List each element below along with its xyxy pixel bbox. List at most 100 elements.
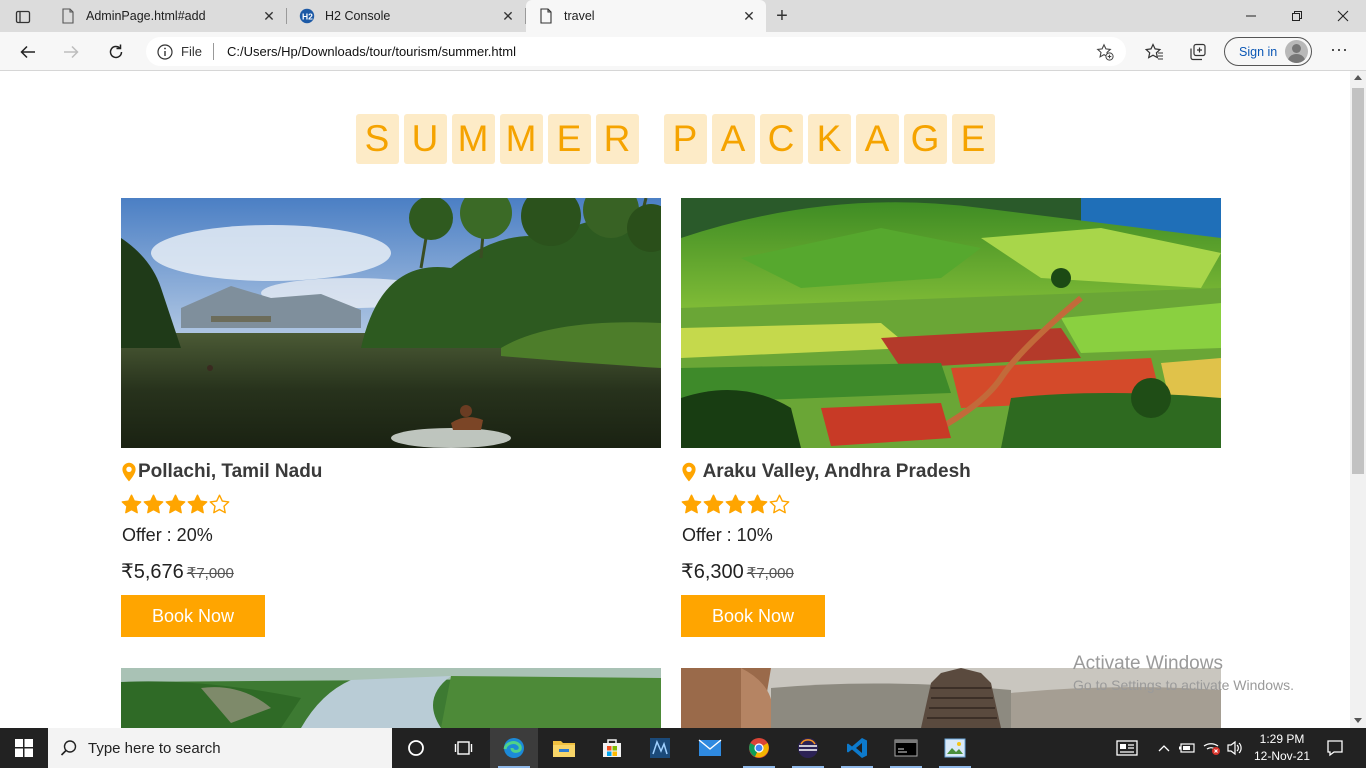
- price: ₹5,676 ₹7,000: [121, 559, 234, 584]
- offer-text: Offer : 10%: [682, 525, 773, 545]
- star-filled-icon: [703, 494, 724, 514]
- star-filled-icon: [681, 494, 702, 514]
- notifications-icon[interactable]: [1320, 728, 1350, 768]
- price: ₹6,300 ₹7,000: [681, 559, 794, 584]
- svg-text:H2: H2: [302, 12, 313, 22]
- add-favorite-icon[interactable]: [1096, 43, 1114, 61]
- tab-adminpage[interactable]: AdminPage.html#add ✕: [48, 0, 287, 32]
- page-icon: [60, 8, 76, 24]
- volume-icon[interactable]: [1224, 728, 1246, 768]
- book-now-button[interactable]: Book Now: [681, 595, 825, 637]
- destination-name: Araku Valley, Andhra Pradesh: [698, 461, 971, 482]
- battery-icon[interactable]: [1176, 728, 1198, 768]
- title-letter: S: [355, 114, 399, 164]
- tab-h2-console[interactable]: H2 H2 Console ✕: [287, 0, 526, 32]
- star-empty-icon: [209, 494, 230, 514]
- book-now-button[interactable]: Book Now: [121, 595, 265, 637]
- windows-taskbar: Type here to search 1:29 PM 12-Nov-21: [0, 728, 1366, 768]
- tab-title: H2 Console: [325, 9, 391, 23]
- scroll-down-arrow-icon[interactable]: [1354, 718, 1362, 723]
- eclipse-icon[interactable]: [784, 728, 832, 768]
- title-letter: E: [951, 114, 995, 164]
- pollachi-photo: [121, 198, 661, 448]
- refresh-button[interactable]: [102, 38, 130, 66]
- destination-title: Araku Valley, Andhra Pradesh: [681, 461, 971, 483]
- close-tab-icon[interactable]: ✕: [262, 8, 276, 24]
- rating-stars: [121, 494, 230, 514]
- task-view-icon[interactable]: [440, 728, 488, 768]
- title-spacer: [644, 114, 659, 164]
- back-button[interactable]: [14, 38, 42, 66]
- tab-title: travel: [564, 9, 595, 23]
- info-icon[interactable]: [156, 43, 174, 61]
- title-letter: C: [759, 114, 803, 164]
- location-pin-icon: [122, 462, 136, 482]
- scroll-up-arrow-icon[interactable]: [1354, 75, 1362, 80]
- sign-in-label: Sign in: [1239, 45, 1278, 59]
- taskbar-search-box[interactable]: Type here to search: [48, 728, 392, 768]
- package-card: [121, 668, 661, 728]
- browser-toolbar: File C:/Users/Hp/Downloads/tour/tourism/…: [0, 32, 1366, 71]
- tab-title: AdminPage.html#add: [86, 9, 206, 23]
- microsoft-store-icon[interactable]: [588, 728, 636, 768]
- search-icon: [60, 740, 77, 756]
- file-explorer-icon[interactable]: [540, 728, 588, 768]
- river-valley-photo: [121, 668, 661, 728]
- location-pin-icon: [682, 462, 696, 482]
- collections-icon[interactable]: [1187, 41, 1209, 63]
- close-window-button[interactable]: [1320, 0, 1366, 32]
- mail-icon[interactable]: [686, 728, 734, 768]
- activate-windows-subtitle: Go to Settings to activate Windows.: [1073, 677, 1294, 693]
- minimize-button[interactable]: [1228, 0, 1274, 32]
- news-widget-icon[interactable]: [1112, 728, 1142, 768]
- restore-button[interactable]: [1274, 0, 1320, 32]
- mysql-terminal-icon[interactable]: [882, 728, 930, 768]
- destination-name: Pollachi, Tamil Nadu: [138, 461, 323, 482]
- title-letter: E: [547, 114, 591, 164]
- close-tab-icon[interactable]: ✕: [501, 8, 515, 24]
- favorites-icon[interactable]: [1143, 41, 1165, 63]
- old-price: ₹7,000: [746, 565, 794, 582]
- star-empty-icon: [769, 494, 790, 514]
- scrollbar-thumb[interactable]: [1352, 88, 1364, 474]
- star-filled-icon: [121, 494, 142, 514]
- more-options-icon[interactable]: ···: [1328, 40, 1350, 62]
- vs-code-icon[interactable]: [833, 728, 881, 768]
- chrome-icon[interactable]: [735, 728, 783, 768]
- page-viewport: SUMMERPACKAGE Pollachi, Tamil Nadu Offer…: [0, 71, 1350, 728]
- search-placeholder: Type here to search: [88, 740, 221, 757]
- page-scrollbar[interactable]: [1350, 71, 1366, 728]
- title-letter: M: [451, 114, 495, 164]
- start-button[interactable]: [0, 728, 48, 768]
- title-letter: U: [403, 114, 447, 164]
- url-text[interactable]: C:/Users/Hp/Downloads/tour/tourism/summe…: [227, 44, 516, 59]
- current-price: ₹6,300: [681, 561, 744, 583]
- address-bar[interactable]: File C:/Users/Hp/Downloads/tour/tourism/…: [146, 37, 1126, 66]
- tab-travel[interactable]: travel ✕: [526, 0, 766, 32]
- star-filled-icon: [725, 494, 746, 514]
- page-title: SUMMERPACKAGE: [0, 114, 1350, 164]
- clock-date: 12-Nov-21: [1253, 749, 1311, 763]
- windows-logo-icon: [15, 739, 33, 757]
- sign-in-button[interactable]: Sign in: [1224, 37, 1312, 66]
- rating-stars: [681, 494, 790, 514]
- netbeans-icon[interactable]: [636, 728, 684, 768]
- cortana-icon[interactable]: [392, 728, 440, 768]
- edge-browser-icon[interactable]: [490, 728, 538, 768]
- tab-actions-icon[interactable]: [8, 6, 38, 28]
- title-letter: P: [663, 114, 707, 164]
- star-filled-icon: [165, 494, 186, 514]
- image-viewer-icon[interactable]: [931, 728, 979, 768]
- close-tab-icon[interactable]: ✕: [742, 8, 756, 24]
- show-hidden-icons-icon[interactable]: [1155, 728, 1173, 768]
- title-letter: K: [807, 114, 851, 164]
- current-price: ₹5,676: [121, 561, 184, 583]
- new-tab-button[interactable]: +: [770, 5, 794, 27]
- forward-button[interactable]: [57, 38, 85, 66]
- taskbar-clock[interactable]: 1:29 PM 12-Nov-21: [1244, 731, 1320, 765]
- network-disconnected-icon[interactable]: [1200, 728, 1224, 768]
- url-separator: [213, 43, 214, 60]
- title-letter: A: [855, 114, 899, 164]
- activate-windows-title: Activate Windows: [1073, 653, 1223, 674]
- avatar-icon: [1285, 40, 1308, 63]
